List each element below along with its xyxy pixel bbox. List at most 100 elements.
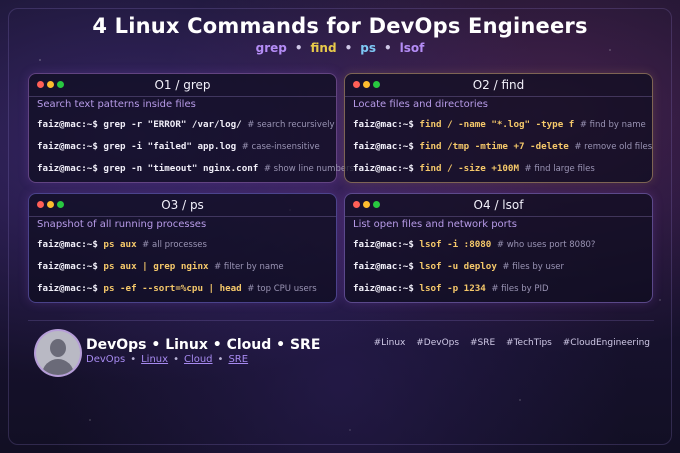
footer-links: DevOps • Linux • Cloud • SRE [86,354,248,365]
prompt-sign: $ [408,283,414,294]
footer-link-cloud[interactable]: Cloud [184,354,213,365]
card-description: Snapshot of all running processes [37,219,207,230]
footer-link-devops[interactable]: DevOps [86,354,125,365]
prompt-sign: $ [408,141,414,152]
prompt-text: faiz@mac:~ [37,239,93,250]
hashtag[interactable]: #DevOps [416,338,459,348]
hashtag[interactable]: #CloudEngineering [563,338,650,348]
card-description: Search text patterns inside files [37,99,196,110]
command-text: lsof -u deploy [419,261,497,272]
prompt-text: faiz@mac:~ [37,283,93,294]
page-title: 4 Linux Commands for DevOps Engineers [92,14,588,38]
command-comment: # top CPU users [247,284,317,294]
command-line: faiz@mac:~$ ps -ef --sort=%cpu | head # … [37,283,317,294]
prompt-sign: $ [92,141,98,152]
card-header: O3 / ps [29,194,336,217]
command-text: find /tmp -mtime +7 -delete [419,141,569,152]
command-text: lsof -p 1234 [419,283,486,294]
card-header: O2 / find [345,74,652,97]
command-line: faiz@mac:~$ grep -i "failed" app.log # c… [37,141,320,152]
prompt-sign: $ [408,119,414,130]
keyword-separator: • [344,41,353,55]
hashtag-list: #Linux #DevOps #SRE #TechTips #CloudEngi… [368,338,650,348]
command-line: faiz@mac:~$ find / -size +100M # find la… [353,163,595,174]
command-text: find / -size +100M [419,163,519,174]
command-comment: # case-insensitive [241,142,320,152]
command-comment: # show line numbers [263,164,354,174]
command-comment: # find by name [579,120,646,130]
keyword-ps: ps [360,41,376,55]
keyword-strip: grep • find • ps • lsof [0,41,680,55]
prompt-text: faiz@mac:~ [353,119,409,130]
command-line: faiz@mac:~$ ps aux | grep nginx # filter… [37,261,284,272]
avatar-body-shape [42,359,74,375]
command-comment: # files by PID [491,284,549,294]
command-comment: # search recursively [247,120,335,130]
prompt-sign: $ [408,261,414,272]
hashtag[interactable]: #Linux [374,338,406,348]
card-header: O4 / lsof [345,194,652,217]
command-comment: # who uses port 8080? [496,240,596,250]
prompt-text: faiz@mac:~ [353,283,409,294]
keyword-lsof: lsof [399,41,425,55]
card-lsof: O4 / lsof List open files and network po… [344,193,653,303]
card-title: O3 / ps [161,198,204,212]
keyword-grep: grep [255,41,287,55]
link-separator: • [130,354,137,365]
prompt-sign: $ [92,283,98,294]
command-comment: # files by user [502,262,564,272]
prompt-sign: $ [408,163,414,174]
prompt-sign: $ [92,239,98,250]
keyword-separator: • [383,41,392,55]
command-line: faiz@mac:~$ lsof -i :8080 # who uses por… [353,239,595,250]
command-line: faiz@mac:~$ lsof -p 1234 # files by PID [353,283,549,294]
hashtag[interactable]: #SRE [470,338,495,348]
avatar-head-shape [50,339,66,357]
command-text: ps -ef --sort=%cpu | head [103,283,242,294]
command-text: find / -name "*.log" -type f [419,119,575,130]
prompt-text: faiz@mac:~ [37,261,93,272]
footer: DevOps • Linux • Cloud • SRE DevOps • Linu… [28,320,654,377]
command-text: ps aux [103,239,137,250]
command-comment: # find large files [524,164,595,174]
footer-link-linux[interactable]: Linux [141,354,168,365]
command-line: faiz@mac:~$ find /tmp -mtime +7 -delete … [353,141,652,152]
command-line: faiz@mac:~$ find / -name "*.log" -type f… [353,119,646,130]
command-text: grep -r "ERROR" /var/log/ [103,119,242,130]
prompt-sign: $ [92,119,98,130]
command-comment: # filter by name [214,262,284,272]
card-description: List open files and network ports [353,219,517,230]
prompt-sign: $ [408,239,414,250]
keyword-separator: • [294,41,303,55]
prompt-text: faiz@mac:~ [37,141,93,152]
card-title: O1 / grep [154,78,211,92]
card-title: O4 / lsof [473,198,524,212]
command-line: faiz@mac:~$ ps aux # all processes [37,239,207,250]
command-comment: # all processes [142,240,207,250]
command-text: grep -n "timeout" nginx.conf [103,163,259,174]
footer-title: DevOps • Linux • Cloud • SRE [86,337,321,353]
hashtag[interactable]: #TechTips [506,338,552,348]
card-description: Locate files and directories [353,99,488,110]
card-header: O1 / grep [29,74,336,97]
command-text: ps aux | grep nginx [103,261,209,272]
prompt-text: faiz@mac:~ [353,261,409,272]
command-line: faiz@mac:~$ lsof -u deploy # files by us… [353,261,564,272]
card-title: O2 / find [472,78,525,92]
prompt-text: faiz@mac:~ [37,119,93,130]
command-line: faiz@mac:~$ grep -n "timeout" nginx.conf… [37,163,354,174]
prompt-sign: $ [92,261,98,272]
prompt-sign: $ [92,163,98,174]
avatar [34,329,82,377]
link-separator: • [217,354,224,365]
prompt-text: faiz@mac:~ [353,163,409,174]
card-ps: O3 / ps Snapshot of all running processe… [28,193,337,303]
prompt-text: faiz@mac:~ [353,239,409,250]
footer-link-sre[interactable]: SRE [228,354,248,365]
command-line: faiz@mac:~$ grep -r "ERROR" /var/log/ # … [37,119,335,130]
prompt-text: faiz@mac:~ [353,141,409,152]
prompt-text: faiz@mac:~ [37,163,93,174]
command-text: grep -i "failed" app.log [103,141,237,152]
command-comment: # remove old files [574,142,653,152]
card-grep: O1 / grep Search text patterns inside fi… [28,73,354,183]
